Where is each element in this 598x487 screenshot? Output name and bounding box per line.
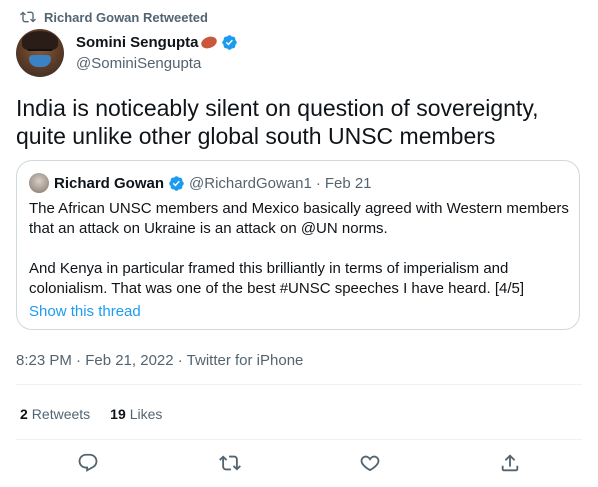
tweet-timestamp[interactable]: 8:23 PM · Feb 21, 2022 · Twitter for iPh… <box>16 351 303 371</box>
dot-separator: · <box>315 174 321 192</box>
tweet-stats: 2 Retweets 19 Likes <box>20 404 182 424</box>
quoted-paragraph-2: And Kenya in particular framed this bril… <box>29 260 524 297</box>
verified-badge-icon <box>221 34 238 51</box>
author-avatar[interactable] <box>16 29 64 77</box>
retweet-icon <box>20 9 36 25</box>
football-emoji-icon <box>199 34 218 50</box>
divider <box>16 439 582 440</box>
author-handle[interactable]: @SominiSengupta <box>76 54 238 74</box>
reply-icon[interactable] <box>77 452 99 474</box>
divider <box>16 384 582 385</box>
retweets-count: 2 <box>20 406 28 422</box>
retweets-stat[interactable]: 2 Retweets <box>20 404 90 424</box>
likes-count: 19 <box>110 406 126 422</box>
retweet-context-text[interactable]: Richard Gowan Retweeted <box>44 10 208 25</box>
quoted-paragraph-1: The African UNSC members and Mexico basi… <box>29 200 569 237</box>
likes-label: Likes <box>129 406 163 422</box>
verified-badge-icon <box>168 175 185 192</box>
quoted-tweet-text: The African UNSC members and Mexico basi… <box>29 199 569 299</box>
quoted-tweet[interactable]: Richard Gowan @RichardGowan1 · Feb 21 Th… <box>16 160 580 330</box>
author-display-name[interactable]: Somini Sengupta <box>76 34 199 51</box>
tweet-actions <box>16 450 582 480</box>
retweets-label: Retweets <box>31 406 91 422</box>
retweet-icon[interactable] <box>219 452 241 474</box>
tweet-text: India is noticeably silent on question o… <box>16 95 539 149</box>
quoted-author-avatar[interactable] <box>29 173 49 193</box>
tweet-author: Somini Sengupta @SominiSengupta <box>16 29 238 77</box>
likes-stat[interactable]: 19 Likes <box>110 404 162 424</box>
like-icon[interactable] <box>359 452 381 474</box>
quoted-author-display-name[interactable]: Richard Gowan <box>54 175 164 192</box>
share-icon[interactable] <box>499 452 521 474</box>
retweet-context: Richard Gowan Retweeted <box>20 8 208 26</box>
quoted-tweet-date[interactable]: Feb 21 <box>325 175 372 192</box>
quoted-author-handle[interactable]: @RichardGowan1 <box>189 175 312 192</box>
show-thread-link[interactable]: Show this thread <box>29 302 141 322</box>
